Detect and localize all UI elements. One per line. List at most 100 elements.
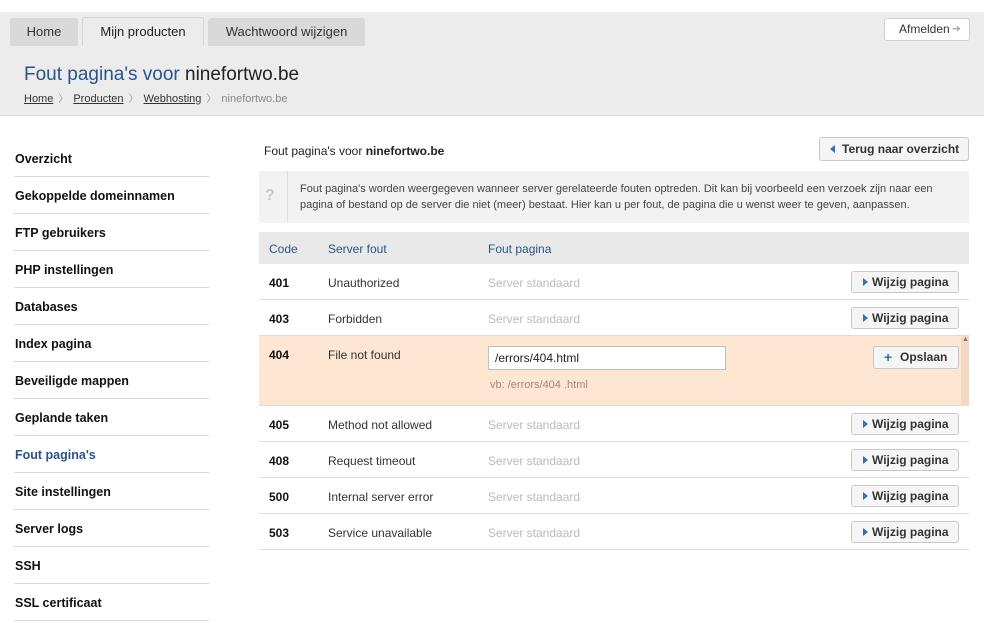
error-page-path-input[interactable] bbox=[488, 346, 726, 370]
table-header: Code Server fout Fout pagina bbox=[259, 232, 969, 264]
back-to-overview-button[interactable]: Terug naar overzicht bbox=[819, 137, 969, 161]
scrollbar[interactable]: ▲ bbox=[961, 336, 969, 406]
sidebar-item-beveiligde-mappen[interactable]: Beveiligde mappen bbox=[14, 362, 209, 399]
table-row: 503 Service unavailable Server standaard… bbox=[259, 514, 969, 550]
edit-page-button[interactable]: Wijzig pagina bbox=[851, 413, 959, 435]
scroll-up-icon[interactable]: ▲ bbox=[962, 336, 969, 343]
column-header-code: Code bbox=[269, 242, 298, 256]
triangle-right-icon bbox=[863, 456, 868, 464]
edit-page-label: Wijzig pagina bbox=[872, 311, 949, 325]
row-server-error: Forbidden bbox=[328, 312, 383, 326]
column-header-fout-pagina: Fout pagina bbox=[488, 242, 552, 256]
save-button[interactable]: + Opslaan bbox=[873, 346, 959, 369]
info-text: Fout pagina's worden weergegeven wanneer… bbox=[300, 183, 933, 211]
row-code: 408 bbox=[269, 454, 290, 468]
info-divider bbox=[287, 171, 288, 223]
row-code: 404 bbox=[269, 348, 290, 362]
edit-page-button[interactable]: Wijzig pagina bbox=[851, 271, 959, 293]
tab-wachtwoord-wijzigen[interactable]: Wachtwoord wijzigen bbox=[208, 18, 365, 46]
triangle-right-icon bbox=[863, 314, 868, 322]
breadcrumb-separator-icon: 〉 bbox=[128, 94, 139, 105]
table-row-editing: 404 File not found vb: /errors/404 .html… bbox=[259, 336, 969, 406]
sidebar-item-databases[interactable]: Databases bbox=[14, 288, 209, 325]
table-row: 500 Internal server error Server standaa… bbox=[259, 478, 969, 514]
column-header-server-fout: Server fout bbox=[328, 242, 387, 256]
row-code: 401 bbox=[269, 276, 290, 290]
section-heading: Fout pagina's voor ninefortwo.be bbox=[264, 144, 444, 158]
breadcrumb-producten[interactable]: Producten bbox=[73, 93, 123, 105]
sidebar-item-gekoppelde-domeinnamen[interactable]: Gekoppelde domeinnamen bbox=[14, 177, 209, 214]
section-heading-domain: ninefortwo.be bbox=[365, 144, 445, 158]
tab-home[interactable]: Home bbox=[10, 18, 78, 46]
sidebar-item-fout-paginas[interactable]: Fout pagina's bbox=[14, 436, 209, 473]
sidebar: Overzicht Gekoppelde domeinnamen FTP geb… bbox=[14, 140, 209, 621]
table-row: 403 Forbidden Server standaard Wijzig pa… bbox=[259, 300, 969, 336]
section-heading-prefix: Fout pagina's voor bbox=[264, 144, 366, 158]
path-example-hint: vb: /errors/404 .html bbox=[490, 379, 588, 391]
back-to-overview-label: Terug naar overzicht bbox=[842, 142, 960, 156]
sidebar-item-php-instellingen[interactable]: PHP instellingen bbox=[14, 251, 209, 288]
triangle-right-icon bbox=[863, 420, 868, 428]
sidebar-item-ssl-certificaat[interactable]: SSL certificaat bbox=[14, 584, 209, 621]
logout-label: Afmelden bbox=[899, 22, 950, 36]
row-server-error: Request timeout bbox=[328, 454, 416, 468]
sidebar-item-index-pagina[interactable]: Index pagina bbox=[14, 325, 209, 362]
info-box: ? Fout pagina's worden weergegeven wanne… bbox=[259, 171, 969, 223]
triangle-left-icon bbox=[830, 145, 835, 153]
tab-mijn-producten[interactable]: Mijn producten bbox=[82, 17, 204, 46]
logout-button[interactable]: Afmelden ➜ bbox=[884, 18, 970, 41]
sidebar-item-overzicht[interactable]: Overzicht bbox=[14, 140, 209, 177]
breadcrumb-current: ninefortwo.be bbox=[221, 93, 288, 105]
row-error-page: Server standaard bbox=[488, 454, 581, 468]
row-code: 405 bbox=[269, 418, 290, 432]
sidebar-item-site-instellingen[interactable]: Site instellingen bbox=[14, 473, 209, 510]
edit-page-button[interactable]: Wijzig pagina bbox=[851, 521, 959, 543]
row-code: 403 bbox=[269, 312, 290, 326]
page-title: Fout pagina's voor ninefortwo.be bbox=[24, 64, 299, 86]
sidebar-item-geplande-taken[interactable]: Geplande taken bbox=[14, 399, 209, 436]
plus-icon: + bbox=[884, 349, 893, 365]
sidebar-item-server-logs[interactable]: Server logs bbox=[14, 510, 209, 547]
row-code: 500 bbox=[269, 490, 290, 504]
row-server-error: Service unavailable bbox=[328, 526, 433, 540]
sidebar-item-ftp-gebruikers[interactable]: FTP gebruikers bbox=[14, 214, 209, 251]
edit-page-label: Wijzig pagina bbox=[872, 275, 949, 289]
table-row: 401 Unauthorized Server standaard Wijzig… bbox=[259, 264, 969, 300]
page-title-prefix: Fout pagina's voor bbox=[24, 64, 185, 85]
row-error-page: Server standaard bbox=[488, 526, 581, 540]
row-error-page: Server standaard bbox=[488, 276, 581, 290]
page-title-domain: ninefortwo.be bbox=[185, 64, 300, 85]
edit-page-button[interactable]: Wijzig pagina bbox=[851, 449, 959, 471]
triangle-right-icon bbox=[863, 528, 868, 536]
row-server-error: Method not allowed bbox=[328, 418, 433, 432]
arrow-right-icon: ➜ bbox=[951, 23, 961, 35]
row-error-page: Server standaard bbox=[488, 490, 581, 504]
row-error-page: Server standaard bbox=[488, 312, 581, 326]
row-error-page: Server standaard bbox=[488, 418, 581, 432]
edit-page-label: Wijzig pagina bbox=[872, 453, 949, 467]
triangle-right-icon bbox=[863, 278, 868, 286]
breadcrumb-webhosting[interactable]: Webhosting bbox=[144, 93, 202, 105]
triangle-right-icon bbox=[863, 492, 868, 500]
breadcrumb: Home 〉 Producten 〉 Webhosting 〉 ninefortwo.be bbox=[24, 90, 287, 105]
edit-page-label: Wijzig pagina bbox=[872, 417, 949, 431]
save-label: Opslaan bbox=[900, 350, 948, 364]
edit-page-label: Wijzig pagina bbox=[872, 525, 949, 539]
edit-page-button[interactable]: Wijzig pagina bbox=[851, 485, 959, 507]
question-mark-icon: ? bbox=[265, 187, 275, 204]
row-server-error: Internal server error bbox=[328, 490, 434, 504]
row-server-error: Unauthorized bbox=[328, 276, 400, 290]
error-pages-table: Code Server fout Fout pagina 401 Unautho… bbox=[259, 232, 969, 550]
breadcrumb-separator-icon: 〉 bbox=[206, 94, 217, 105]
sidebar-item-ssh[interactable]: SSH bbox=[14, 547, 209, 584]
breadcrumb-home[interactable]: Home bbox=[24, 93, 53, 105]
page-header: Fout pagina's voor ninefortwo.be Home 〉 Pr… bbox=[0, 46, 984, 116]
breadcrumb-separator-icon: 〉 bbox=[58, 94, 69, 105]
top-bar: Home Mijn producten Wachtwoord wijzigen … bbox=[0, 0, 984, 46]
edit-page-label: Wijzig pagina bbox=[872, 489, 949, 503]
edit-page-button[interactable]: Wijzig pagina bbox=[851, 307, 959, 329]
table-row: 408 Request timeout Server standaard Wij… bbox=[259, 442, 969, 478]
row-code: 503 bbox=[269, 526, 290, 540]
table-row: 405 Method not allowed Server standaard … bbox=[259, 406, 969, 442]
row-server-error: File not found bbox=[328, 348, 401, 362]
